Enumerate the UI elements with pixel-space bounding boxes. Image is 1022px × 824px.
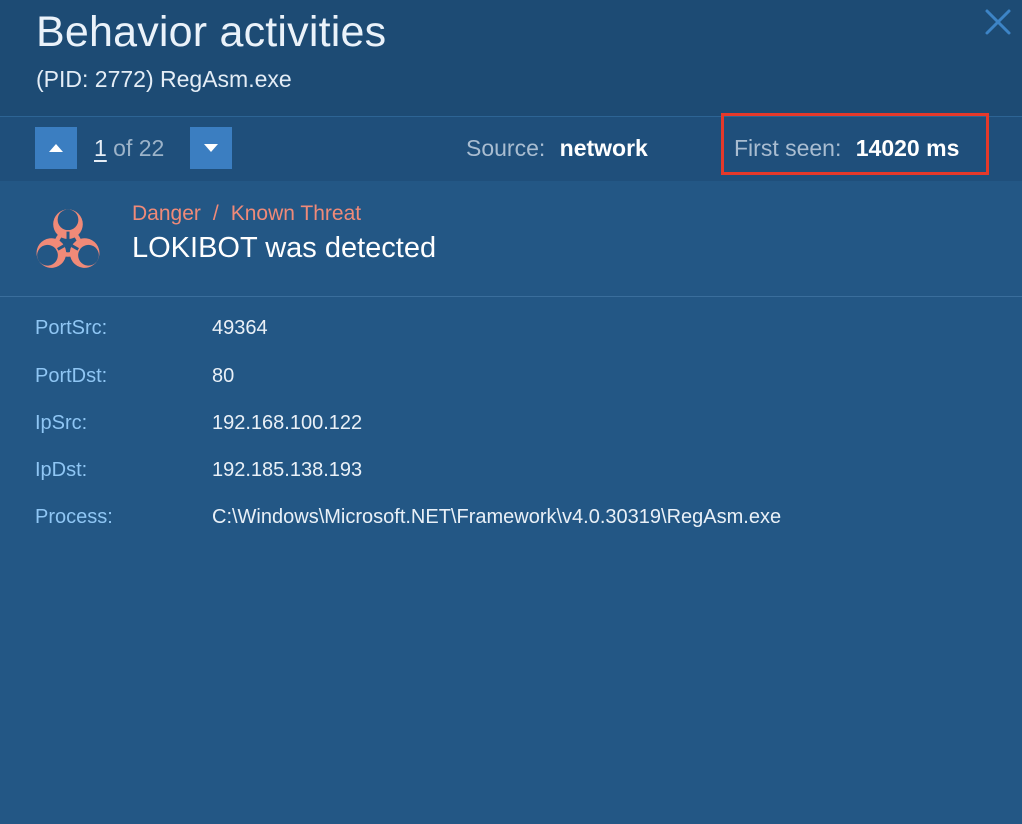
source-label: Source: <box>466 135 546 161</box>
close-icon <box>985 9 1011 35</box>
source-field: Source: network <box>466 135 648 162</box>
detail-value: 80 <box>212 365 235 387</box>
page-current[interactable]: 1 <box>94 135 107 161</box>
dialog-header: Behavior activities (PID: 2772) RegAsm.e… <box>0 0 1022 116</box>
detail-key: PortSrc: <box>35 317 108 339</box>
next-button[interactable] <box>190 127 232 169</box>
first-seen-value: 14020 ms <box>855 135 960 161</box>
first-seen-field: First seen: 14020 ms <box>734 135 959 162</box>
navigation-toolbar: 1 of 22 Source: network First seen: 1402… <box>0 113 1022 181</box>
detail-key: PortDst: <box>35 365 108 387</box>
threat-category: Danger / Known Threat <box>132 202 361 226</box>
threat-type: Known Threat <box>230 202 362 225</box>
close-button[interactable] <box>982 6 1014 38</box>
page-total: 22 <box>138 135 165 161</box>
detail-row-ipdst: IpDst: 192.185.138.193 <box>0 459 1022 489</box>
threat-banner: Danger / Known Threat LOKIBOT was detected <box>0 180 1022 297</box>
threat-separator: / <box>212 202 219 225</box>
chevron-down-icon <box>204 144 218 152</box>
behavior-activities-dialog: Behavior activities (PID: 2772) RegAsm.e… <box>0 0 1022 824</box>
threat-level: Danger <box>132 202 201 225</box>
page-counter: 1 of 22 <box>94 135 164 162</box>
source-value: network <box>559 135 648 161</box>
first-seen-label: First seen: <box>734 135 842 161</box>
detail-key: IpDst: <box>35 459 88 481</box>
chevron-up-icon <box>49 144 63 152</box>
detail-value: 192.168.100.122 <box>212 412 363 434</box>
detail-row-portdst: PortDst: 80 <box>0 365 1022 395</box>
detail-key: IpSrc: <box>35 412 88 434</box>
detail-value: 192.185.138.193 <box>212 459 363 481</box>
dialog-title: Behavior activities <box>36 8 387 56</box>
page-of-text: of <box>106 135 139 161</box>
process-subtitle: (PID: 2772) RegAsm.exe <box>36 66 292 92</box>
detail-row-ipsrc: IpSrc: 192.168.100.122 <box>0 412 1022 442</box>
detail-key: Process: <box>35 506 113 528</box>
previous-button[interactable] <box>35 127 77 169</box>
detail-value: C:\Windows\Microsoft.NET\Framework\v4.0.… <box>212 506 782 528</box>
detail-value: 49364 <box>212 317 268 339</box>
threat-title: LOKIBOT was detected <box>132 232 437 264</box>
biohazard-icon <box>36 209 100 268</box>
detail-row-process: Process: C:\Windows\Microsoft.NET\Framew… <box>0 506 1022 536</box>
detail-row-portsrc: PortSrc: 49364 <box>0 317 1022 347</box>
